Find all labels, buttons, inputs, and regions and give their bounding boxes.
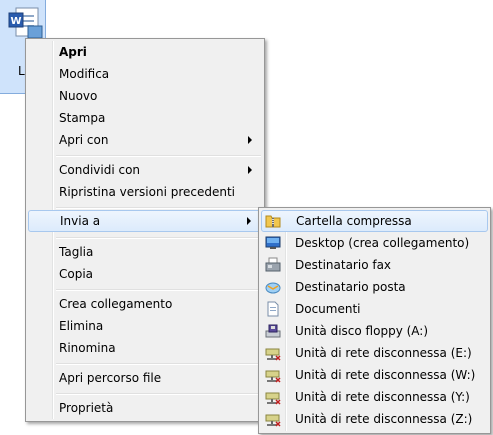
file-label: L	[18, 64, 25, 78]
sendto-item-rete-z[interactable]: Unità di rete disconnessa (Z:)	[261, 408, 488, 430]
menu-item-rinomina[interactable]: Rinomina	[28, 337, 262, 359]
menu-item-label: Condividi con	[59, 163, 141, 177]
disconnected-network-drive-icon	[265, 348, 281, 361]
submenu-arrow-icon	[248, 166, 252, 174]
floppy-drive-icon	[265, 324, 281, 338]
menu-item-label: Unità di rete disconnessa (W:)	[295, 368, 476, 382]
disconnected-network-drive-icon	[265, 414, 281, 427]
sendto-item-rete-w[interactable]: Unità di rete disconnessa (W:)	[261, 364, 488, 386]
menu-item-label: Destinatario posta	[295, 280, 406, 294]
sendto-item-rete-y[interactable]: Unità di rete disconnessa (Y:)	[261, 386, 488, 408]
menu-item-proprieta[interactable]: Proprietà	[28, 397, 262, 419]
sendto-item-fax[interactable]: Destinatario fax	[261, 254, 488, 276]
context-menu: Apri Modifica Nuovo Stampa Apri con Cond…	[25, 38, 265, 422]
menu-item-label: Desktop (crea collegamento)	[295, 236, 470, 250]
disconnected-network-drive-icon	[265, 392, 281, 405]
menu-item-taglia[interactable]: Taglia	[28, 241, 262, 263]
menu-item-invia-a[interactable]: Invia a	[28, 210, 262, 232]
menu-item-stampa[interactable]: Stampa	[28, 107, 262, 129]
menu-item-ripristina-versioni[interactable]: Ripristina versioni precedenti	[28, 181, 262, 203]
menu-item-label: Apri con	[59, 133, 109, 147]
menu-item-apri-con[interactable]: Apri con	[28, 129, 262, 151]
menu-item-label: Unità disco floppy (A:)	[295, 324, 429, 338]
menu-item-copia[interactable]: Copia	[28, 263, 262, 285]
menu-item-elimina[interactable]: Elimina	[28, 315, 262, 337]
send-to-submenu: Cartella compressa Desktop (crea collega…	[258, 207, 491, 434]
sendto-item-desktop[interactable]: Desktop (crea collegamento)	[261, 232, 488, 254]
documents-icon	[267, 301, 279, 317]
sendto-item-floppy[interactable]: Unità disco floppy (A:)	[261, 320, 488, 342]
fax-icon	[265, 257, 281, 272]
menu-item-label: Destinatario fax	[295, 258, 392, 272]
word-document-icon: W	[8, 7, 43, 39]
menu-item-label: Documenti	[295, 302, 361, 316]
sendto-item-documenti[interactable]: Documenti	[261, 298, 488, 320]
desktop-icon	[265, 236, 281, 249]
menu-separator	[56, 363, 261, 365]
menu-item-nuovo[interactable]: Nuovo	[28, 85, 262, 107]
menu-item-crea-collegamento[interactable]: Crea collegamento	[28, 293, 262, 315]
submenu-arrow-icon	[247, 217, 251, 225]
svg-text:W: W	[10, 16, 21, 27]
menu-item-condividi-con[interactable]: Condividi con	[28, 159, 262, 181]
menu-item-label: Unità di rete disconnessa (Z:)	[295, 412, 473, 426]
menu-item-label: Unità di rete disconnessa (E:)	[295, 346, 472, 360]
menu-item-apri[interactable]: Apri	[28, 41, 262, 63]
menu-separator	[56, 289, 261, 291]
sendto-item-posta[interactable]: Destinatario posta	[261, 276, 488, 298]
menu-item-label: Invia a	[60, 214, 101, 228]
mail-icon	[265, 282, 281, 294]
disconnected-network-drive-icon	[265, 370, 281, 383]
sendto-item-cartella-compressa[interactable]: Cartella compressa	[261, 210, 488, 232]
menu-separator	[56, 393, 261, 395]
zip-folder-icon	[265, 215, 281, 228]
menu-separator	[56, 237, 261, 239]
menu-separator	[56, 155, 261, 157]
menu-item-apri-percorso-file[interactable]: Apri percorso file	[28, 367, 262, 389]
menu-separator	[56, 207, 261, 209]
menu-item-label: Cartella compressa	[296, 214, 412, 228]
sendto-item-rete-e[interactable]: Unità di rete disconnessa (E:)	[261, 342, 488, 364]
menu-item-label: Unità di rete disconnessa (Y:)	[295, 390, 470, 404]
submenu-arrow-icon	[248, 136, 252, 144]
menu-item-modifica[interactable]: Modifica	[28, 63, 262, 85]
